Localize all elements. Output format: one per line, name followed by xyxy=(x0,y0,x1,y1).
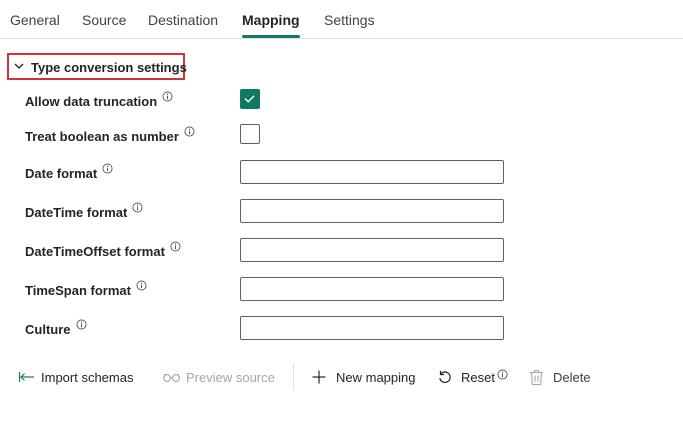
info-icon[interactable] xyxy=(102,163,113,174)
treat-boolean-label: Treat boolean as number xyxy=(25,126,195,144)
info-icon[interactable] xyxy=(497,369,508,380)
culture-label: Culture xyxy=(25,319,87,337)
new-mapping-label: New mapping xyxy=(336,370,416,385)
allow-truncation-label: Allow data truncation xyxy=(25,91,173,109)
info-icon[interactable] xyxy=(76,319,87,330)
date-format-input[interactable] xyxy=(240,160,504,184)
datetimeoffset-format-input[interactable] xyxy=(240,238,504,262)
delete-label: Delete xyxy=(553,370,591,385)
info-icon[interactable] xyxy=(136,280,147,291)
tab-destination[interactable]: Destination xyxy=(148,12,218,28)
culture-input[interactable] xyxy=(240,316,504,340)
plus-icon xyxy=(312,370,326,384)
reset-label: Reset xyxy=(461,370,495,385)
checkmark-icon xyxy=(244,95,255,103)
info-icon[interactable] xyxy=(132,202,143,213)
chevron-down-icon xyxy=(14,63,24,69)
allow-truncation-checkbox[interactable] xyxy=(240,89,260,109)
datetimeoffset-format-label: DateTimeOffset format xyxy=(25,241,181,259)
new-mapping-button[interactable]: New mapping xyxy=(311,368,421,388)
import-schemas-label: Import schemas xyxy=(41,370,134,385)
reset-arrow-icon xyxy=(439,370,451,383)
type-conversion-section-header[interactable]: Type conversion settings xyxy=(7,53,187,80)
section-title: Type conversion settings xyxy=(31,60,187,75)
info-icon[interactable] xyxy=(162,91,173,102)
tab-mapping[interactable]: Mapping xyxy=(242,12,300,28)
date-format-label: Date format xyxy=(25,163,113,181)
datetime-format-input[interactable] xyxy=(240,199,504,223)
timespan-format-label: TimeSpan format xyxy=(25,280,147,298)
tab-general[interactable]: General xyxy=(10,12,60,28)
datetime-format-label: DateTime format xyxy=(25,202,143,220)
import-schemas-button[interactable]: Import schemas xyxy=(18,368,138,388)
tab-source[interactable]: Source xyxy=(82,12,126,28)
toolbar-divider xyxy=(293,364,294,390)
info-icon[interactable] xyxy=(184,126,195,137)
reset-button[interactable]: Reset xyxy=(437,368,512,388)
preview-source-button[interactable]: Preview source xyxy=(162,368,277,388)
treat-boolean-checkbox[interactable] xyxy=(240,124,260,144)
tab-bar: General Source Destination Mapping Setti… xyxy=(0,0,683,39)
import-arrow-icon xyxy=(18,372,34,382)
tab-settings[interactable]: Settings xyxy=(324,12,375,28)
glasses-icon xyxy=(163,373,180,382)
timespan-format-input[interactable] xyxy=(240,277,504,301)
info-icon[interactable] xyxy=(170,241,181,252)
active-tab-indicator xyxy=(242,35,300,38)
preview-source-label: Preview source xyxy=(186,370,275,385)
trash-icon xyxy=(530,369,543,386)
delete-button[interactable]: Delete xyxy=(529,368,594,388)
